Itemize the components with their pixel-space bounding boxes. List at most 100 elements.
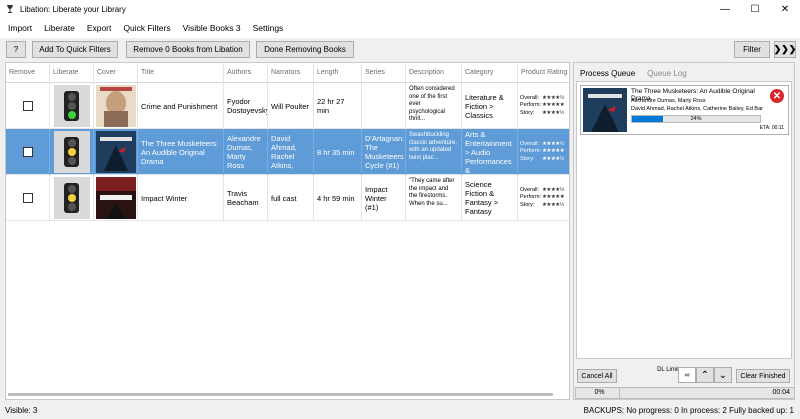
description-cell: Swashbuckling classic adventure, with an… [406, 129, 462, 175]
table-row[interactable]: Crime and Punishment Fyodor Dostoyevsky … [6, 83, 569, 129]
close-button[interactable]: ✕ [770, 0, 800, 18]
elapsed-time: 00:04 [772, 389, 790, 396]
remove-cell [6, 83, 50, 129]
done-removing-books-button[interactable]: Done Removing Books [256, 41, 354, 58]
add-to-quick-filters-button[interactable]: Add To Quick Filters [32, 41, 118, 58]
header-series[interactable]: Series [362, 63, 406, 83]
rating-label-performance: Perform: [520, 194, 542, 201]
window-title: Libation: Liberate your Library [20, 4, 126, 14]
rating-label-story: Story: [520, 155, 535, 162]
authors-cell: Travis Beacham [224, 175, 268, 221]
header-cover[interactable]: Cover [94, 63, 138, 83]
menu-visible-books[interactable]: Visible Books 3 [177, 23, 247, 33]
menu-liberate[interactable]: Liberate [38, 23, 81, 33]
length-cell: 4 hr 59 min [314, 175, 362, 221]
cancel-all-button[interactable]: Cancel All [577, 369, 617, 383]
filter-button[interactable]: Filter [734, 41, 770, 58]
toolbar: ? Add To Quick Filters Remove 0 Books fr… [0, 38, 800, 62]
queue-item-eta: ETA: 00:11 [759, 125, 784, 131]
table-row[interactable]: Impact Winter Travis Beacham full cast 4… [6, 175, 569, 221]
series-cell: Impact Winter (#1) [362, 175, 406, 221]
menu-settings[interactable]: Settings [247, 23, 290, 33]
remove-checkbox[interactable] [22, 193, 33, 203]
authors-cell: Fyodor Dostoyevsky [224, 83, 268, 129]
menu-bar: Import Liberate Export Quick Filters Vis… [0, 18, 800, 38]
clear-finished-button[interactable]: Clear Finished [736, 369, 790, 383]
menu-export[interactable]: Export [81, 23, 118, 33]
queue-item-progress-bar: 24% [631, 115, 761, 123]
libation-app-icon [7, 5, 13, 13]
dl-limit-value[interactable]: ∞ [678, 367, 696, 383]
narrators-cell: David Ahmad, Rachel Atkins, [268, 129, 314, 175]
liberate-status-icon[interactable] [53, 177, 90, 219]
rating-label-overall: Overall: [520, 186, 539, 193]
category-cell: Literature & Fiction > Classics [462, 83, 518, 129]
header-category[interactable]: Category [462, 63, 518, 83]
cover-cell [94, 175, 138, 221]
book-cover-image [95, 131, 136, 173]
liberate-status-icon[interactable] [53, 85, 90, 127]
expand-queue-button[interactable]: ❯❯❯ [774, 41, 796, 58]
remove-checkbox[interactable] [22, 147, 33, 157]
rating-stars-performance: ★★★★★ [542, 194, 565, 201]
rating-stars-story: ★★★★½ [542, 155, 564, 162]
header-narrators[interactable]: Narrators [268, 63, 314, 83]
dl-limit-down-button[interactable]: ⌄ [714, 367, 732, 383]
overall-progress-percent: 0% [580, 388, 620, 398]
header-remove[interactable]: Remove [6, 63, 50, 83]
tab-process-queue[interactable]: Process Queue [574, 66, 641, 81]
header-authors[interactable]: Authors [224, 63, 268, 83]
series-cell: D'Artagnan: The Musketeers Cycle (#1) [362, 129, 406, 175]
rating-label-story: Story: [520, 201, 535, 208]
rating-cell: Overall: ★★★★½ Perform: ★★★★★ Story: ★★★★½ [518, 129, 571, 175]
queue-book-cover [583, 88, 627, 132]
horizontal-scrollbar[interactable] [8, 393, 553, 396]
remove-checkbox[interactable] [22, 101, 33, 111]
table-row-selected[interactable]: The Three Musketeers: An Audible Origina… [6, 129, 569, 175]
dl-limit-up-button[interactable]: ⌃ [696, 367, 714, 383]
liberate-cell [50, 83, 94, 129]
header-product-rating[interactable]: Product Rating [518, 63, 571, 83]
help-button[interactable]: ? [6, 41, 26, 58]
queue-item-narrators: David Ahmad, Rachel Atkins, Catherine Ba… [631, 106, 763, 112]
library-grid: Remove Liberate Cover Title Authors Narr… [5, 62, 570, 400]
grid-header: Remove Liberate Cover Title Authors Narr… [6, 63, 569, 83]
book-cover-image [95, 177, 136, 219]
header-length[interactable]: Length [314, 63, 362, 83]
book-cover-image [95, 85, 136, 127]
queue-tabs: Process Queue Queue Log [574, 63, 794, 81]
queue-item-authors: Alexandre Dumas, Marty Ross [631, 98, 706, 104]
header-liberate[interactable]: Liberate [50, 63, 94, 83]
length-cell: 8 hr 35 min [314, 129, 362, 175]
remove-cell [6, 129, 50, 175]
title-cell: The Three Musketeers: An Audible Origina… [138, 129, 224, 175]
liberate-cell [50, 175, 94, 221]
minimize-button[interactable]: — [710, 0, 740, 18]
cover-cell [94, 83, 138, 129]
cancel-item-icon[interactable]: ✕ [770, 89, 784, 103]
description-cell: Often considered one of the first ever p… [406, 83, 462, 129]
header-title[interactable]: Title [138, 63, 224, 83]
category-cell: Arts & Entertainment > Audio Performance… [462, 129, 518, 175]
queue-item[interactable]: The Three Musketeers: An Audible Origina… [580, 85, 789, 135]
status-bar: Visible: 3 BACKUPS: No progress: 0 In pr… [0, 401, 800, 419]
rating-cell: Overall: ★★★★½ Perform: ★★★★★ Story: ★★★★½ [518, 175, 571, 221]
category-cell: Science Fiction & Fantasy > Fantasy [462, 175, 518, 221]
remove-books-button[interactable]: Remove 0 Books from Libation [126, 41, 250, 58]
rating-stars-story: ★★★★½ [542, 109, 564, 116]
maximize-button[interactable]: ☐ [740, 0, 770, 18]
dl-limit-label: DL Limit [657, 367, 679, 373]
liberate-status-icon[interactable] [53, 131, 90, 173]
menu-quick-filters[interactable]: Quick Filters [117, 23, 176, 33]
menu-import[interactable]: Import [2, 23, 38, 33]
header-description[interactable]: Description [406, 63, 462, 83]
backups-status: BACKUPS: No progress: 0 In process: 2 Fu… [583, 405, 794, 415]
title-cell: Impact Winter [138, 175, 224, 221]
narrators-cell: Will Poulter [268, 83, 314, 129]
overall-progress: 0% 00:04 [575, 387, 795, 399]
queue-item-progress-text: 24% [690, 116, 702, 122]
length-cell: 22 hr 27 min [314, 83, 362, 129]
tab-queue-log[interactable]: Queue Log [641, 66, 693, 81]
rating-label-overall: Overall: [520, 94, 539, 101]
cover-cell [94, 129, 138, 175]
